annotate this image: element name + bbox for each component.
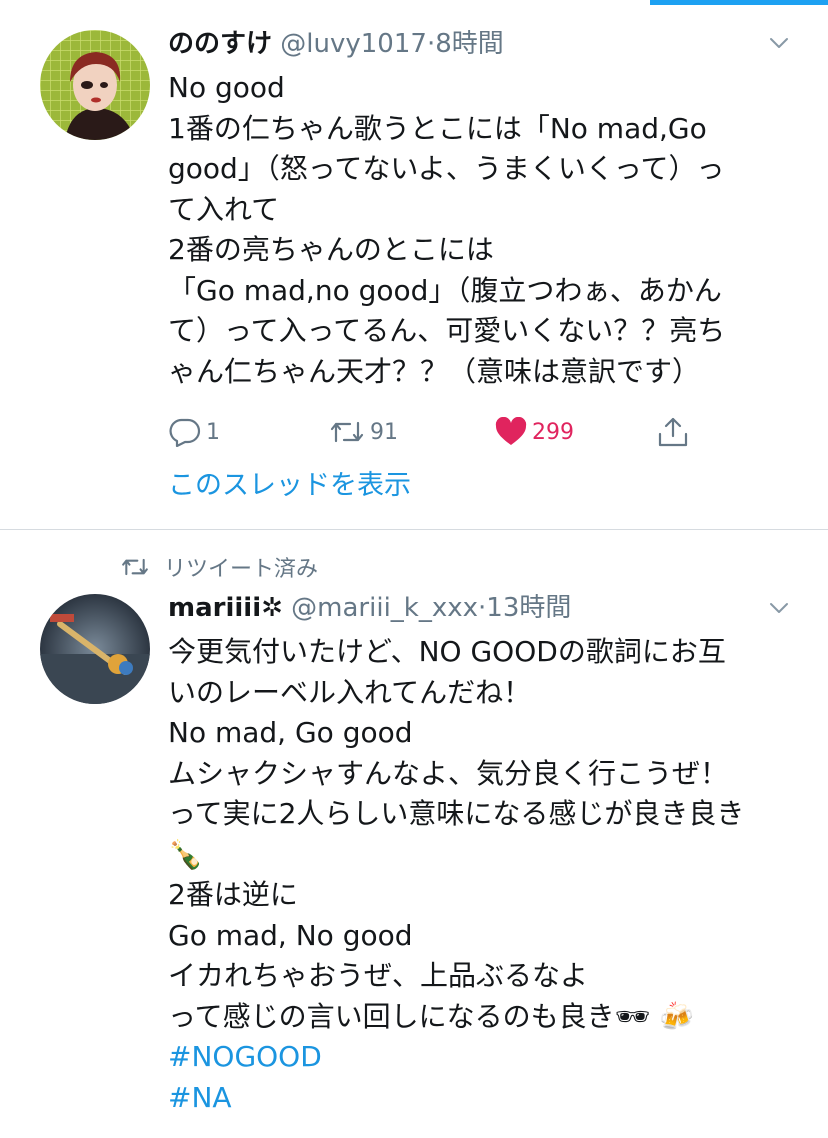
tweet-text-line: 2番の亮ちゃんのとこには — [168, 233, 494, 266]
retweet-count: 91 — [370, 419, 398, 445]
retweet-context: リツイート済み — [120, 551, 318, 583]
avatar[interactable] — [40, 30, 150, 140]
show-thread-link[interactable]: このスレッドを表示 — [168, 463, 411, 502]
reply-button[interactable]: 1 — [168, 412, 220, 452]
avatar-image — [40, 30, 150, 140]
retweet-icon — [122, 558, 148, 576]
timestamp[interactable]: 13時間 — [486, 593, 571, 623]
tweet-text-line: Go mad, No good — [168, 918, 413, 952]
tweet-text-line: 1番の仁ちゃん歌うとこには「No mad,Go — [168, 111, 707, 145]
tweet-actions: 1 91 299 — [168, 412, 708, 452]
retweet-button[interactable]: 91 — [328, 412, 398, 452]
display-name[interactable]: ののすけ — [168, 29, 272, 59]
display-name[interactable]: mariiii✲ — [168, 593, 283, 623]
user-handle[interactable]: @luvy1017 — [280, 29, 427, 59]
hashtag-link[interactable]: #NOGOOD — [168, 1037, 798, 1078]
avatar[interactable] — [40, 594, 150, 704]
tweet-header: mariiii✲ @mariii_k_xxx·13時間 — [168, 592, 571, 624]
tweet[interactable]: ののすけ @luvy1017·8時間 No good 1番の仁ちゃん歌うとこには… — [0, 0, 828, 530]
tweet-text-line: ムシャクシャすんなよ、気分良く行こうぜ！ — [168, 756, 729, 790]
tweet-text: 今更気付いたけど、NO GOODの歌詞にお互 いのレーベル入れてんだね！ No … — [168, 632, 798, 1118]
avatar-image — [40, 594, 150, 704]
hashtag-link[interactable]: #NA — [168, 1078, 798, 1119]
retweet-context-label: リツイート済み — [164, 557, 319, 582]
tweet-text-line: No good — [168, 71, 285, 104]
share-button[interactable] — [656, 412, 690, 452]
like-button[interactable]: 299 — [494, 412, 574, 452]
tweet-text-line: good」（怒ってないよ、うまくいくって）っ — [168, 152, 725, 185]
tweet-text-line: 「Go mad,no good」（腹立つわぁ、あかん — [168, 273, 722, 307]
tweet-text-line: 2番は逆に — [168, 878, 298, 911]
tweet[interactable]: リツイート済み mariiii✲ @mariii_k_xxx·13時間 今更気付… — [0, 531, 828, 1138]
tweet-text-line: 🍾 — [168, 837, 203, 871]
heart-icon — [495, 417, 527, 445]
tweet-text-line: 今更気付いたけど、NO GOODの歌詞にお互 — [168, 635, 726, 668]
retweet-icon — [330, 421, 364, 443]
tweet-text-line: No mad, Go good — [168, 716, 413, 749]
tweet-text-line: って実に2人らしい意味になる感じが良き良き — [168, 797, 745, 830]
tweet-header: ののすけ @luvy1017·8時間 — [168, 28, 504, 60]
tweet-text-line: って感じの言い回しになるのも良き🕶 🍻 — [168, 999, 694, 1033]
tweet-text-line: ゃん仁ちゃん天才？？（意味は意訳です） — [168, 354, 701, 388]
timestamp[interactable]: 8時間 — [435, 29, 504, 59]
reply-icon — [169, 418, 201, 447]
tweet-text-line: イカれちゃおうぜ、上品ぶるなよ — [168, 959, 589, 992]
tweet-text-line: て入れて — [168, 192, 280, 226]
chevron-down-icon[interactable] — [768, 32, 790, 54]
tweet-text-line: いのレーベル入れてんだね！ — [168, 675, 532, 709]
tweet-text-line: て）って入ってるん、可愛いくない？？亮ち — [168, 314, 726, 347]
chevron-down-icon[interactable] — [768, 597, 790, 619]
user-handle[interactable]: @mariii_k_xxx — [291, 593, 478, 623]
share-icon — [658, 417, 688, 447]
reply-count: 1 — [206, 419, 220, 445]
separator: · — [426, 29, 436, 59]
like-count: 299 — [532, 419, 574, 445]
tweet-text: No good 1番の仁ちゃん歌うとこには「No mad,Go good」（怒っ… — [168, 68, 798, 392]
